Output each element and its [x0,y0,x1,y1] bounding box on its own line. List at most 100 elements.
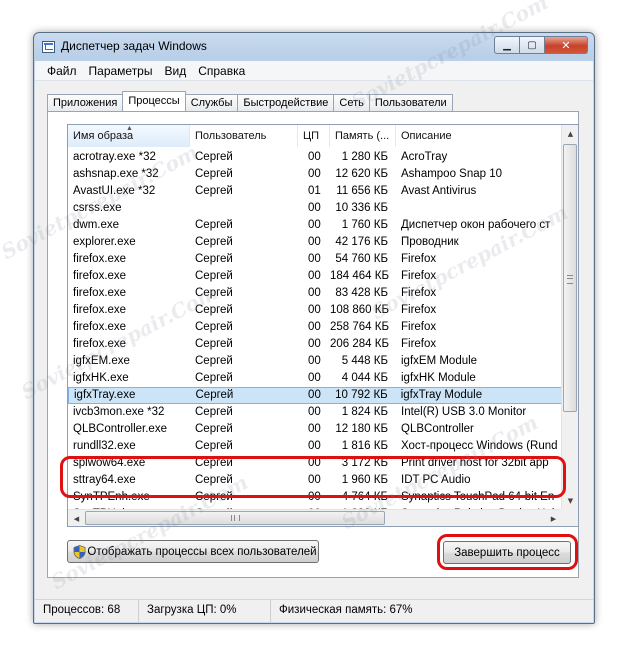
tab-network[interactable]: Сеть [333,94,369,111]
cell-description: Проводник [401,236,459,248]
scroll-down-icon[interactable]: ▼ [563,492,578,509]
cell-user: Сергей [195,338,233,350]
table-row[interactable]: ivcb3mon.exe *32 Сергей 00 1 824 КБ Intel(R)… [68,404,562,421]
table-row[interactable]: rundll32.exe Сергей 00 1 816 КБ Хост-процесс… [68,438,562,455]
cell-user: Сергей [195,287,233,299]
table-row[interactable]: igfxEM.exe Сергей 00 5 448 КБ igfxEM Module [68,353,562,370]
processes-panel: ▲ Имя образа Пользователь ЦП Память (...… [47,111,579,578]
table-row[interactable]: ashsnap.exe *32 Сергей 00 12 620 КБ Ashampoo… [68,166,562,183]
horizontal-scroll-thumb[interactable] [85,511,385,525]
cell-user: Сергей [195,151,233,163]
content-area: Приложения Процессы Службы Быстродействи… [35,81,593,622]
cell-memory: 42 176 КБ [335,236,388,248]
cell-memory: 83 428 КБ [335,287,388,299]
cell-user: Сергей [195,185,233,197]
cell-cpu: 01 [308,185,321,197]
table-row[interactable]: firefox.exe Сергей 00 83 428 КБ Firefox [68,285,562,302]
table-row[interactable]: dwm.exe Сергей 00 1 760 КБ Диспетчер окон ра… [68,217,562,234]
maximize-icon: ▢ [527,39,537,51]
cell-image-name: csrss.exe [73,202,122,214]
column-description[interactable]: Описание [396,125,562,147]
show-all-users-button[interactable]: Отображать процессы всех пользователей [67,540,319,563]
cell-description: Хост-процесс Windows (Rund [401,440,558,452]
table-row[interactable]: acrotray.exe *32 Сергей 00 1 280 КБ AcroTray [68,149,562,166]
table-row[interactable]: igfxHK.exe Сергей 00 4 044 КБ igfxHK Module [68,370,562,387]
table-row[interactable]: AvastUI.exe *32 Сергей 01 11 656 КБ Avast An… [68,183,562,200]
tab-users[interactable]: Пользователи [368,94,453,111]
column-memory[interactable]: Память (... [330,125,396,147]
table-row[interactable]: csrss.exe 00 10 336 КБ [68,200,562,217]
menu-view[interactable]: Вид [158,64,192,78]
tab-applications[interactable]: Приложения [47,94,123,111]
menu-help[interactable]: Справка [192,64,251,78]
table-row[interactable]: QLBController.exe Сергей 00 12 180 КБ QLBCon… [68,421,562,438]
cell-image-name: explorer.exe [73,236,136,248]
cell-cpu: 00 [308,423,321,435]
scroll-up-icon[interactable]: ▲ [563,125,578,142]
menu-file[interactable]: Файл [41,64,83,78]
table-row[interactable]: firefox.exe Сергей 00 184 464 КБ Firefox [68,268,562,285]
column-image-name[interactable]: ▲ Имя образа [68,125,190,147]
highlight-selected-process [60,456,566,498]
maximize-button[interactable]: ▢ [520,36,545,54]
column-header: ▲ Имя образа Пользователь ЦП Память (...… [68,125,562,147]
cell-user: Сергей [195,304,233,316]
table-row[interactable]: firefox.exe Сергей 00 54 760 КБ Firefox [68,251,562,268]
cell-cpu: 00 [308,304,321,316]
cell-image-name: acrotray.exe *32 [73,151,156,163]
minimize-icon: ▁ [503,39,511,51]
table-row[interactable]: firefox.exe Сергей 00 258 764 КБ Firefox [68,319,562,336]
cell-memory: 10 336 КБ [335,202,388,214]
cell-description: Firefox [401,304,437,316]
vertical-scrollbar[interactable]: ▲ ▼ [561,125,578,509]
title-bar[interactable]: Диспетчер задач Windows ▁ ▢ ✕ [34,33,594,61]
cell-memory: 5 448 КБ [341,355,388,367]
uac-shield-icon [73,545,86,559]
vertical-scroll-thumb[interactable] [563,144,577,412]
close-button[interactable]: ✕ [545,36,588,54]
horizontal-scrollbar[interactable]: ◀ ▶ [68,509,562,526]
cell-cpu: 00 [308,151,321,163]
tab-services[interactable]: Службы [185,94,238,111]
cell-description: igfxHK Module [401,372,476,384]
table-row-selected[interactable]: igfxTray.exe Сергей 00 10 792 КБ igfxTray Mo… [68,387,562,404]
scroll-left-icon[interactable]: ◀ [68,511,85,526]
cell-description: Ashampoo Snap 10 [401,168,503,180]
table-row[interactable]: explorer.exe Сергей 00 42 176 КБ Проводник [68,234,562,251]
cell-memory: 258 764 КБ [330,321,390,333]
cell-user: Сергей [195,389,234,401]
menu-options[interactable]: Параметры [83,64,159,78]
cell-user: Сергей [195,168,233,180]
cell-cpu: 00 [308,372,321,384]
grip-icon [567,275,573,284]
cell-image-name: rundll32.exe [73,440,136,452]
status-cpu-usage: Загрузка ЦП: 0% [139,600,271,622]
cell-memory: 11 656 КБ [336,185,388,197]
minimize-button[interactable]: ▁ [494,36,520,54]
column-user[interactable]: Пользователь [190,125,298,147]
cell-description: Intel(R) USB 3.0 Monitor [401,406,527,418]
cell-memory: 1 760 КБ [341,219,388,231]
table-row[interactable]: firefox.exe Сергей 00 108 860 КБ Firefox [68,302,562,319]
cell-user: Сергей [195,372,233,384]
tab-processes[interactable]: Процессы [122,91,186,111]
tab-performance[interactable]: Быстродействие [237,94,334,111]
cell-memory: 1 824 КБ [341,406,388,418]
cell-description: Firefox [401,287,437,299]
task-manager-icon [42,41,55,53]
cell-cpu: 00 [308,338,321,350]
cell-user: Сергей [195,406,233,418]
cell-cpu: 00 [308,406,321,418]
cell-description: Avast Antivirus [401,185,477,197]
cell-user: Сергей [195,321,233,333]
scroll-right-icon[interactable]: ▶ [545,511,562,526]
cell-description: Диспетчер окон рабочего ст [401,219,551,231]
column-description-label: Описание [401,130,452,142]
cell-description: igfxEM Module [401,355,478,367]
cell-memory: 12 620 КБ [335,168,388,180]
table-row[interactable]: firefox.exe Сергей 00 206 284 КБ Firefox [68,336,562,353]
column-cpu[interactable]: ЦП [298,125,330,147]
status-process-count: Процессов: 68 [35,600,139,622]
cell-memory: 1 816 КБ [341,440,388,452]
cell-image-name: firefox.exe [73,304,127,316]
